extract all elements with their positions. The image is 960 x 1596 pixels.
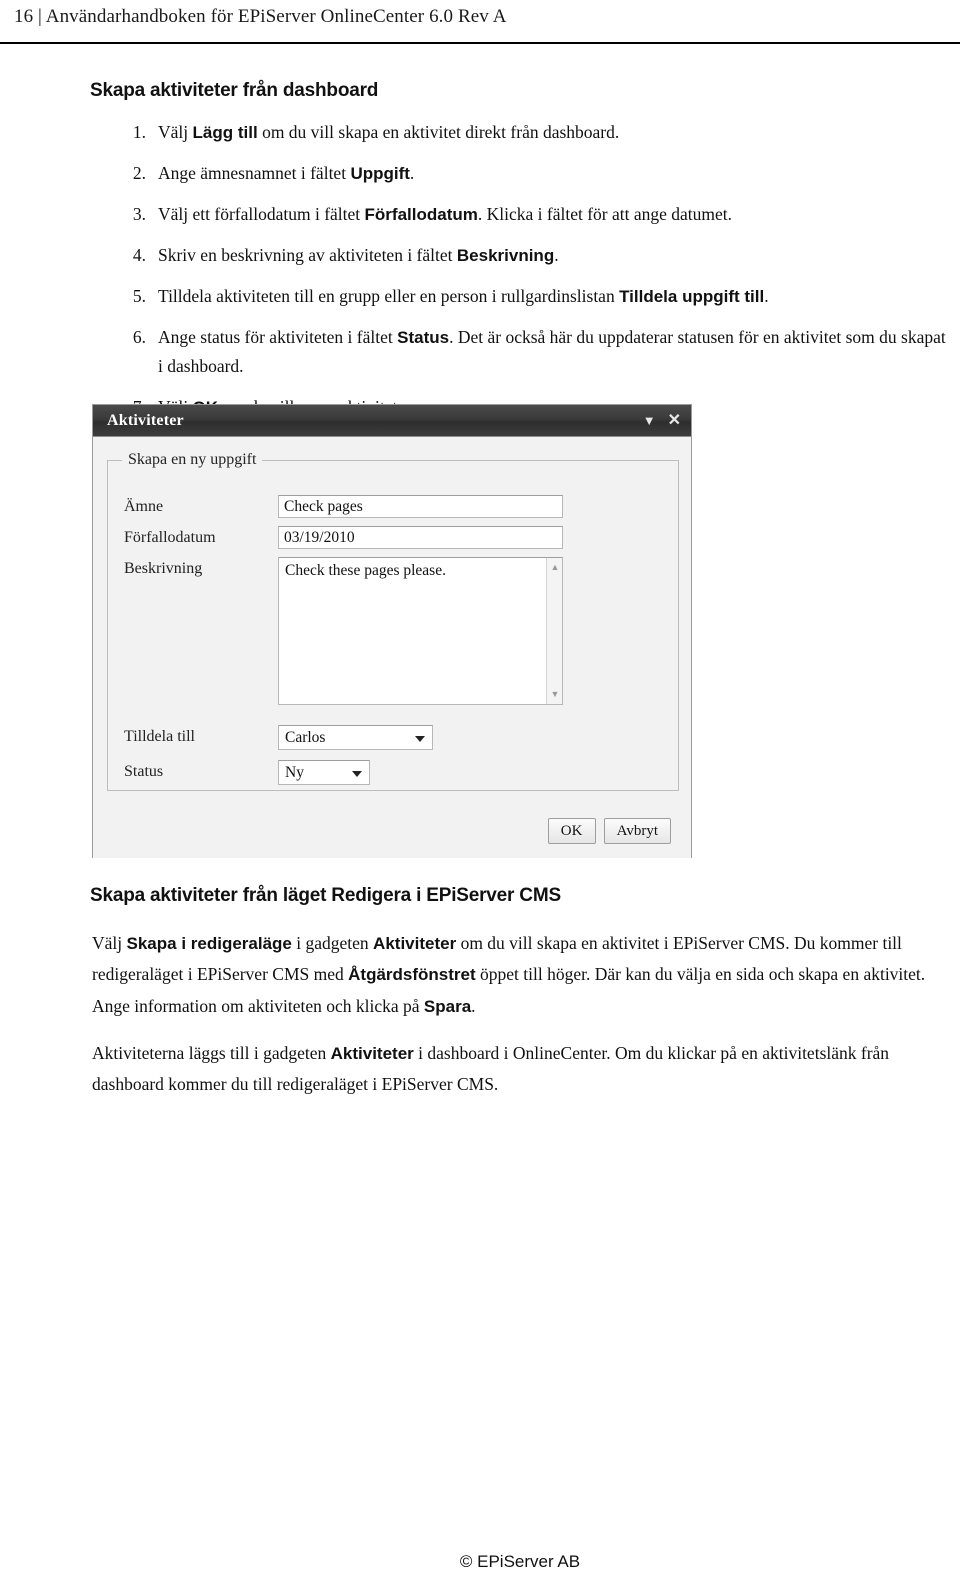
assign-selected-value: Carlos bbox=[285, 729, 326, 746]
step-text: Välj Lägg till om du vill skapa en aktiv… bbox=[158, 122, 620, 142]
chevron-down-icon bbox=[352, 770, 362, 777]
step-number: 5. bbox=[132, 286, 146, 307]
page-header-title: 16 | Användarhandboken för EPiServer Onl… bbox=[14, 6, 507, 27]
step-text: Skriv en beskrivning av aktiviteten i fä… bbox=[158, 245, 559, 266]
status-select[interactable]: Ny bbox=[278, 760, 370, 785]
instruction-step-list: 1. Välj Lägg till om du vill skapa en akt… bbox=[120, 118, 950, 434]
step-number: 1. bbox=[132, 122, 146, 142]
instruction-step: 5. Tilldela aktiviteten till en grupp ell… bbox=[120, 282, 950, 311]
paragraph-edit-mode-2: Aktiviteterna läggs till i gadgeten Akti… bbox=[92, 1043, 890, 1095]
step-text: Välj ett förfallodatum i fältet Förfallo… bbox=[158, 204, 733, 225]
status-label: Status bbox=[124, 763, 164, 780]
step-text: Ange ämnesnamnet i fältet Uppgift. bbox=[158, 163, 415, 184]
instruction-step: 4. Skriv en beskrivning av aktiviteten i … bbox=[120, 241, 950, 270]
create-task-legend: Skapa en ny uppgift bbox=[128, 451, 257, 468]
field-row-assign: Tilldela till Carlos bbox=[124, 725, 433, 750]
scroll-up-icon[interactable]: ▲ bbox=[547, 560, 563, 575]
description-label: Beskrivning bbox=[124, 560, 203, 577]
gadget-body: Skapa en ny uppgift Ämne Check pages För… bbox=[93, 437, 691, 858]
instruction-step: 1. Välj Lägg till om du vill skapa en akt… bbox=[120, 118, 950, 147]
status-selected-value: Ny bbox=[285, 764, 304, 781]
chevron-down-icon bbox=[415, 735, 425, 742]
gadget-title: Aktiviteter bbox=[107, 411, 184, 429]
aktiviteter-gadget-screenshot: Aktiviteter ▼ ✕ Skapa en ny uppgift Ämne… bbox=[92, 404, 692, 858]
step-number: 6. bbox=[132, 327, 146, 348]
create-task-group: Skapa en ny uppgift Ämne Check pages För… bbox=[107, 451, 679, 791]
step-number: 4. bbox=[132, 245, 146, 266]
paragraph-edit-mode-1: Välj Skapa i redigeraläge i gadgeten Akt… bbox=[92, 933, 926, 1016]
instruction-step: 3. Välj ett förfallodatum i fältet Förfal… bbox=[120, 200, 950, 229]
cancel-button[interactable]: Avbryt bbox=[603, 818, 671, 844]
description-textarea[interactable]: Check these pages please. ▲ ▼ bbox=[278, 557, 563, 705]
chevron-down-icon[interactable]: ▼ bbox=[643, 414, 656, 427]
duedate-label: Förfallodatum bbox=[124, 529, 216, 546]
field-row-description: Beskrivning Check these pages please. ▲ … bbox=[124, 557, 563, 705]
assign-select[interactable]: Carlos bbox=[278, 725, 433, 750]
instruction-step: 6. Ange status för aktiviteten i fältet S… bbox=[120, 323, 950, 380]
close-icon[interactable]: ✕ bbox=[668, 412, 681, 429]
duedate-input[interactable]: 03/19/2010 bbox=[278, 526, 563, 549]
field-row-subject: Ämne Check pages bbox=[124, 495, 563, 518]
ok-button[interactable]: OK bbox=[547, 818, 596, 844]
step-text: Ange status för aktiviteten i fältet Sta… bbox=[158, 327, 946, 376]
instruction-step: 2. Ange ämnesnamnet i fältet Uppgift. bbox=[120, 159, 950, 188]
step-text: Tilldela aktiviteten till en grupp eller… bbox=[158, 286, 769, 307]
section-heading-edit-mode: Skapa aktiviteter från läget Redigera i … bbox=[90, 885, 561, 906]
gadget-titlebar: Aktiviteter ▼ ✕ bbox=[93, 405, 691, 437]
assign-label: Tilldela till bbox=[124, 728, 195, 745]
field-row-status: Status Ny bbox=[124, 760, 370, 785]
header-divider bbox=[0, 42, 960, 44]
description-scrollbar[interactable]: ▲ ▼ bbox=[546, 558, 562, 704]
page-footer: © EPiServer AB bbox=[459, 1552, 581, 1571]
page-title: Skapa aktiviteter från dashboard bbox=[90, 80, 379, 101]
subject-label: Ämne bbox=[124, 498, 164, 515]
scroll-down-icon[interactable]: ▼ bbox=[547, 687, 563, 702]
field-row-duedate: Förfallodatum 03/19/2010 bbox=[124, 526, 563, 549]
step-number: 3. bbox=[132, 204, 146, 225]
description-text: Check these pages please. bbox=[285, 562, 446, 579]
step-number: 2. bbox=[132, 163, 146, 184]
dialog-button-bar: OK Avbryt bbox=[547, 818, 671, 844]
subject-input[interactable]: Check pages bbox=[278, 495, 563, 518]
